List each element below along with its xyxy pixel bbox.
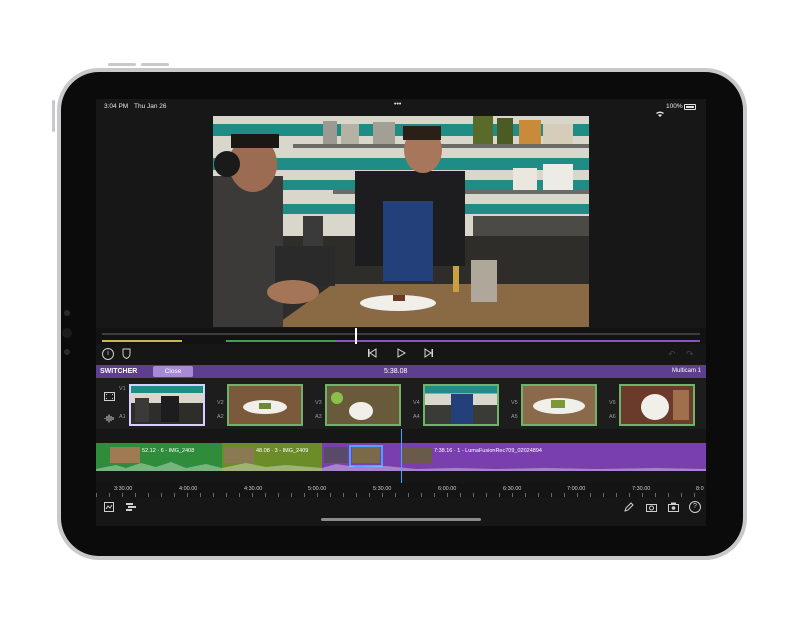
close-button[interactable]: Close [153,366,193,377]
media-library-icon[interactable] [104,502,114,514]
audio-waveform-icon [104,410,115,428]
angle-audio-label: A4 [413,414,420,420]
skip-back-icon[interactable] [367,348,377,362]
undo-icon[interactable]: ↶ [668,349,676,360]
timeline-playhead[interactable] [401,429,402,483]
play-icon[interactable] [396,348,407,362]
angle-thumbnail-3[interactable] [325,384,401,426]
status-time: 3:04 PM [104,103,129,110]
timeline-tracks[interactable]: 52.12 · 6 - IMG_2408 48.08 · 3 - IMG_240… [96,429,706,483]
ruler-label: 6:00.00 [438,486,457,492]
multicam-angles: V1 A1 V2 A2 V3 A3 V4 A4 V5 A5 V6 A6 [96,378,706,429]
clip-label: 48.08 · 3 - IMG_2409 [256,448,309,454]
ruler-label: 7:00.00 [567,486,586,492]
angle-video-label: V2 [217,400,224,406]
timeline-ruler[interactable]: 3:30.00 4:00.00 4:30.00 5:00.00 5:30.00 … [96,483,706,497]
range-marker [336,340,700,342]
sensor-dot [64,310,70,316]
angle-audio-label: A6 [609,414,616,420]
scrubber-track [102,333,700,335]
volume-button [141,63,169,66]
angle-video-label: V3 [315,400,322,406]
top-button [52,100,55,132]
transport-controls: i ↶ ↷ [96,344,706,366]
angle-audio-label: A3 [315,414,322,420]
ruler-label: 5:30.00 [373,486,392,492]
angle-audio-label: A5 [511,414,518,420]
info-icon[interactable]: i [102,348,114,360]
ruler-label: 5:00.00 [308,486,327,492]
clip-label: 52.12 · 6 - IMG_2408 [142,448,195,454]
wifi-icon [656,104,664,122]
angle-video-label: V4 [413,400,420,406]
angle-thumbnail-1[interactable] [129,384,205,426]
angle-video-label: V6 [609,400,616,406]
skip-forward-icon[interactable] [424,348,434,362]
range-marker [226,340,336,342]
home-indicator[interactable] [321,518,481,521]
scrubber-playhead[interactable] [355,328,357,344]
front-camera [62,328,72,338]
angle-video-label: V1 [119,386,126,392]
battery-percent: 100% [666,103,683,110]
pencil-icon[interactable] [624,502,634,514]
camera-icon[interactable] [668,502,679,514]
angle-thumbnail-2[interactable] [227,384,303,426]
film-icon [104,388,115,406]
angle-thumbnail-4[interactable] [423,384,499,426]
ruler-label: 4:30.00 [244,486,263,492]
range-marker [102,340,182,342]
ruler-label: 4:00.00 [179,486,198,492]
multicam-label: Multicam 1 [672,368,702,374]
angle-audio-label: A1 [119,414,126,420]
snapshot-icon[interactable] [646,502,657,514]
sensor-dot [64,349,70,355]
multitask-dots[interactable]: ••• [394,101,401,108]
help-icon[interactable]: ? [689,501,701,513]
ruler-label: 7:30.00 [632,486,651,492]
angle-audio-label: A2 [217,414,224,420]
ruler-label: 3:30.00 [114,486,133,492]
volume-button [108,63,136,66]
shield-icon[interactable] [122,348,131,363]
angle-thumbnail-6[interactable] [619,384,695,426]
app-screen: 3:04 PM Thu Jan 26 ••• 100% i ↶ ↷ SWITCH… [96,99,706,526]
ruler-label: 6:30.00 [503,486,522,492]
ruler-label: 8:0 [696,486,704,492]
switcher-timecode: 5:38.08 [384,368,408,375]
clip-label: 7:38.16 · 1 - LumaFusionRec709_02024894 [434,448,542,454]
switcher-title: SWITCHER [100,368,138,375]
redo-icon[interactable]: ↷ [686,349,694,360]
status-date: Thu Jan 26 [134,103,167,110]
video-viewer[interactable] [213,116,589,327]
angle-video-label: V5 [511,400,518,406]
kitchen-scene-image [213,116,589,327]
bottom-toolbar: ? [96,497,706,526]
tracks-icon[interactable] [126,502,136,514]
scrubber-bar[interactable] [96,328,706,344]
angle-thumbnail-5[interactable] [521,384,597,426]
battery-icon [684,104,696,110]
